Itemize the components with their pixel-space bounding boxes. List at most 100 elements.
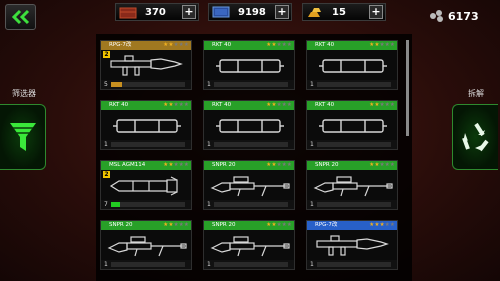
inventory-card[interactable]: RKT 40 ★★★★★ 1	[306, 100, 398, 150]
star-rating: ★★★★★	[266, 42, 292, 48]
rocket-icon	[113, 119, 181, 133]
card-item-art	[307, 170, 397, 200]
item-count: 1	[310, 141, 314, 148]
card-footer: 1	[101, 260, 191, 269]
star-rating: ★★★★★	[266, 102, 292, 108]
progress-bar	[317, 82, 391, 87]
card-footer: 1	[204, 260, 294, 269]
resource-cash: 9198 +	[208, 3, 292, 21]
inventory-card[interactable]: SNPR 20 ★★★★★ 1	[100, 220, 192, 270]
card-item-art	[204, 230, 294, 260]
card-footer: 1	[307, 260, 397, 269]
item-count: 5	[104, 81, 108, 88]
inventory-card[interactable]: RPG-7改 ★★★★★ 2 5	[100, 40, 192, 90]
card-header: RKT 40 ★★★★★	[204, 41, 294, 50]
disassemble-panel: 拆解	[452, 88, 500, 183]
card-header: RPG-7改 ★★★★★	[307, 221, 397, 230]
rocket-launcher-icon	[110, 55, 183, 76]
star-rating: ★★★★★	[369, 102, 395, 108]
card-footer: 1	[204, 80, 294, 89]
item-count: 1	[207, 81, 211, 88]
disassemble-button[interactable]	[452, 104, 498, 170]
double-chevron-left-icon	[11, 9, 29, 25]
card-header: RKT 40 ★★★★★	[307, 41, 397, 50]
card-header: MSL AGM114 ★★★★★	[101, 161, 191, 170]
item-count: 1	[310, 81, 314, 88]
cash-icon	[212, 6, 230, 18]
coins-icon	[430, 10, 444, 22]
star-rating: ★★★★★	[163, 102, 189, 108]
rocket-icon	[319, 59, 387, 73]
inventory-card[interactable]: SNPR 20 ★★★★★ 1	[306, 160, 398, 210]
add-crate-button[interactable]: +	[182, 5, 196, 19]
card-footer: 1	[307, 200, 397, 209]
inventory-card[interactable]: RKT 40 ★★★★★ 1	[203, 40, 295, 90]
item-count: 1	[104, 261, 108, 268]
inventory-card[interactable]: RKT 40 ★★★★★ 1	[203, 100, 295, 150]
card-header: SNPR 20 ★★★★★	[101, 221, 191, 230]
rocket-icon	[216, 119, 284, 133]
card-title: MSL AGM114	[109, 162, 146, 168]
sniper-rifle-icon	[210, 236, 290, 257]
card-item-art	[204, 110, 294, 140]
item-count: 1	[104, 141, 108, 148]
card-item-art	[204, 170, 294, 200]
item-count: 1	[310, 261, 314, 268]
inventory-card[interactable]: SNPR 20 ★★★★★ 1	[203, 160, 295, 210]
card-title: RPG-7改	[109, 42, 132, 48]
card-item-art	[101, 110, 191, 140]
inventory-card[interactable]: RPG-7改 ★★★★★ 1	[306, 220, 398, 270]
card-item-art	[101, 230, 191, 260]
resource-crate: 370 +	[115, 3, 199, 21]
progress-bar	[214, 262, 288, 267]
card-footer: 1	[204, 140, 294, 149]
star-rating: ★★★★★	[369, 222, 395, 228]
card-item-art	[204, 50, 294, 80]
progress-bar	[111, 142, 185, 147]
item-count: 1	[310, 201, 314, 208]
gold-bars-icon	[308, 8, 321, 17]
progress-bar	[317, 262, 391, 267]
progress-bar	[317, 202, 391, 207]
inventory-card[interactable]: SNPR 20 ★★★★★ 1	[203, 220, 295, 270]
card-footer: 7	[101, 200, 191, 209]
card-header: SNPR 20 ★★★★★	[307, 161, 397, 170]
star-rating: ★★★★★	[266, 222, 292, 228]
disassemble-label: 拆解	[468, 89, 484, 98]
progress-bar	[214, 202, 288, 207]
card-title: RKT 40	[212, 42, 232, 48]
filter-button[interactable]	[0, 104, 46, 170]
progress-bar	[111, 202, 185, 207]
card-header: RKT 40 ★★★★★	[101, 101, 191, 110]
item-count: 7	[104, 201, 108, 208]
item-count: 1	[207, 261, 211, 268]
card-title: RKT 40	[212, 102, 232, 108]
inventory-scrollbar[interactable]	[406, 40, 409, 136]
card-footer: 1	[307, 80, 397, 89]
back-button[interactable]	[5, 4, 36, 30]
progress-bar	[111, 82, 185, 87]
sniper-rifle-icon	[210, 176, 290, 197]
progress-fill	[111, 82, 123, 87]
add-cash-button[interactable]: +	[275, 5, 289, 19]
inventory-card[interactable]: RKT 40 ★★★★★ 1	[306, 40, 398, 90]
funnel-icon	[9, 123, 36, 151]
inventory-card[interactable]: RKT 40 ★★★★★ 1	[100, 100, 192, 150]
card-title: SNPR 20	[315, 162, 339, 168]
star-rating: ★★★★★	[163, 162, 189, 168]
card-header: SNPR 20 ★★★★★	[204, 221, 294, 230]
card-header: SNPR 20 ★★★★★	[204, 161, 294, 170]
card-footer: 1	[204, 200, 294, 209]
item-count: 1	[207, 201, 211, 208]
star-rating: ★★★★★	[266, 162, 292, 168]
inventory-card[interactable]: MSL AGM114 ★★★★★ 2 7	[100, 160, 192, 210]
filter-label: 筛选器	[12, 89, 36, 98]
crate-count: 370	[145, 6, 166, 18]
card-footer: 1	[307, 140, 397, 149]
card-item-art	[307, 110, 397, 140]
add-gold-bars-button[interactable]: +	[369, 5, 383, 19]
progress-bar	[214, 82, 288, 87]
missile-icon	[109, 176, 178, 196]
card-title: RKT 40	[315, 102, 335, 108]
resource-gold-bars: 15 +	[302, 3, 386, 21]
